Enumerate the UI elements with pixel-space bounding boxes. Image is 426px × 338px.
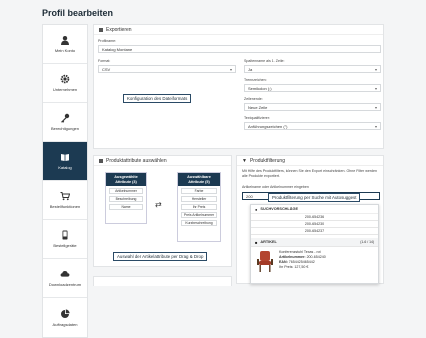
format-label: Format: — [98, 59, 111, 63]
sidebar: Mein Konto Unternehmen Berechtigungen Ka… — [42, 24, 88, 338]
attribute-item[interactable]: Ihr Preis — [181, 204, 217, 211]
cloud-icon — [59, 268, 71, 280]
article-result[interactable]: Konferenzstuhl Texas - rot Artikelnummer… — [251, 247, 378, 275]
filter-panel-header: ▼ Produktfilterung — [237, 156, 383, 166]
search-icon: ● — [255, 206, 258, 212]
sidebar-item-bestellfunktionen[interactable]: Bestellfunktionen — [43, 181, 87, 220]
device-icon — [59, 229, 71, 241]
attribute-item[interactable]: Artikelnummer — [109, 188, 143, 195]
suggestions-header: ● SUCHVORSCHLÄGE — [251, 205, 378, 214]
article-price-label: Ihr Preis: — [279, 265, 294, 269]
suggestions-heading: SUCHVORSCHLÄGE — [260, 207, 298, 211]
filter-icon: ▼ — [242, 157, 247, 164]
export-panel: Exportieren Profilname: Katalog Montane … — [93, 24, 384, 149]
separator-label: Trennzeichen: — [244, 78, 267, 82]
suggestion-item[interactable]: 200-654236 — [251, 214, 378, 221]
attributes-heading: Produktattribute auswählen — [106, 157, 167, 164]
articles-header: ■ ARTIKEL (1-6 / 14) — [251, 238, 378, 247]
filter-description: Mit Hilfe des Produktfilters, können Sie… — [242, 169, 378, 178]
pie-chart-icon — [59, 308, 71, 320]
filter-input-label: Artikelname oder Artikelnummer eingeben — [242, 185, 309, 189]
sidebar-item-auftragsdaten[interactable]: Auftragsdaten — [43, 298, 87, 337]
chair-image — [256, 250, 274, 273]
key-icon — [59, 112, 71, 124]
swap-arrows-icon: ⇄ — [155, 200, 162, 209]
export-icon — [99, 27, 103, 32]
column-names-select[interactable]: Ja — [244, 65, 381, 73]
export-panel-header: Exportieren — [94, 25, 383, 35]
config-callout: Konfiguration des Dateiformats — [123, 94, 192, 103]
autosuggest-dropdown: ● SUCHVORSCHLÄGE 200-654236 200-654230 2… — [250, 204, 379, 284]
sidebar-item-katalog[interactable]: Katalog — [43, 142, 87, 181]
article-ean-label: EAN: — [279, 260, 288, 264]
suggestion-item[interactable]: 200-654230 — [251, 221, 378, 228]
article-number: Artikelnummer: 200-654240 — [279, 255, 326, 259]
suggestion-item[interactable]: 200-654237 — [251, 228, 378, 235]
article-price: Ihr Preis: 127,50 € — [279, 265, 308, 269]
attributes-panel-header: Produktattribute auswählen — [94, 156, 231, 166]
export-heading: Exportieren — [106, 26, 132, 33]
article-name: Konferenzstuhl Texas - rot — [279, 250, 321, 254]
attribute-item[interactable]: Preis Artikelnummer — [181, 212, 217, 219]
gear-icon — [59, 73, 71, 85]
sidebar-item-downloadzentrum[interactable]: Downloadzentrum — [43, 259, 87, 298]
text-qualifier-select[interactable]: Anführungszeichen (") — [244, 122, 381, 130]
article-ean: EAN: 7654425465442 — [279, 260, 315, 264]
filter-callout: Produktfilterung per Suche mit Autosugge… — [268, 193, 361, 202]
available-attributes-title: Auswählbare Attribute (5) — [178, 173, 220, 187]
line-end-label: Zeilenende: — [244, 97, 263, 101]
attribute-item[interactable]: Name — [109, 204, 143, 211]
line-end-select[interactable]: Neue Zeile — [244, 103, 381, 111]
articles-heading: ARTIKEL — [260, 240, 277, 244]
format-select[interactable]: CSV — [98, 65, 236, 73]
available-attributes-list[interactable]: Auswählbare Attribute (5) Farbe Herstell… — [177, 172, 221, 242]
page-title: Profil bearbeiten — [42, 8, 114, 18]
user-icon — [59, 34, 71, 46]
article-number-value: 200-654240 — [306, 255, 326, 259]
sidebar-item-bestellgeraete[interactable]: Bestellgeräte — [43, 220, 87, 259]
profile-name-input[interactable]: Katalog Montane — [98, 45, 381, 53]
cart-icon — [59, 190, 71, 202]
list-icon — [99, 158, 103, 163]
article-ean-value: 7654425465442 — [288, 260, 315, 264]
book-icon — [59, 151, 71, 163]
attribute-item[interactable]: Farbe — [181, 188, 217, 195]
filter-heading: Produktfilterung — [249, 157, 285, 164]
selected-attributes-list[interactable]: Ausgewählte Attribute (3) Artikelnummer … — [105, 172, 147, 224]
attribute-item[interactable]: Beschreibung — [109, 196, 143, 203]
sidebar-item-mein-konto[interactable]: Mein Konto — [43, 25, 87, 64]
sidebar-item-unternehmen[interactable]: Unternehmen — [43, 64, 87, 103]
article-number-label: Artikelnummer: — [279, 255, 306, 259]
column-names-label: Spaltenname als 1. Zeile: — [244, 59, 285, 63]
selected-attributes-title: Ausgewählte Attribute (3) — [106, 173, 146, 187]
article-price-value: 127,50 € — [294, 265, 309, 269]
attribute-item[interactable]: Kurzbeschreibung — [181, 220, 217, 227]
separator-select[interactable]: Semikolon (;) — [244, 84, 381, 92]
dragdrop-callout: Auswahl der Artikelattribute per Drag & … — [113, 252, 208, 261]
articles-count: (1-6 / 14) — [360, 240, 374, 244]
lower-panel — [93, 276, 232, 286]
profile-name-label: Profilname: — [98, 39, 117, 43]
sidebar-item-berechtigungen[interactable]: Berechtigungen — [43, 103, 87, 142]
attribute-item[interactable]: Hersteller — [181, 196, 217, 203]
box-icon: ■ — [255, 239, 258, 245]
text-qualifier-label: Textqualifizierer: — [244, 116, 270, 120]
